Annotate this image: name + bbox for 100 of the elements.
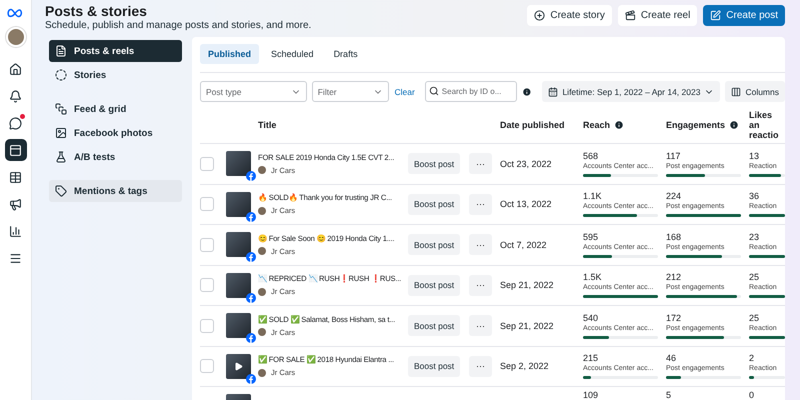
calendar-icon [548, 86, 558, 96]
facebook-badge-icon [246, 374, 256, 384]
column-header: Reach [583, 120, 610, 130]
metric-value: 46 [666, 353, 678, 364]
bell-icon [9, 90, 22, 102]
metric-value: 595 [583, 232, 600, 242]
metric-value: 568 [583, 150, 600, 161]
info-icon [522, 86, 532, 96]
date-cell: Oct 23, 2022 [500, 158, 552, 169]
chat-bubble-icon [9, 116, 22, 130]
more-button[interactable]: ··· [469, 274, 492, 296]
more-button[interactable]: ··· [469, 194, 492, 215]
metric-value: 13 [749, 150, 760, 161]
page-title: Posts & stories [45, 3, 148, 20]
facebook-badge-icon [246, 333, 256, 344]
home-icon [9, 62, 22, 76]
columns-button[interactable]: Columns [725, 81, 785, 102]
row-checkbox[interactable] [200, 359, 214, 374]
avatar [258, 288, 266, 296]
date-cell: Oct 13, 2022 [500, 199, 552, 210]
bar-chart-icon [9, 224, 22, 238]
info-icon [614, 120, 624, 130]
date-cell: Sep 21, 2022 [500, 280, 554, 290]
create-button[interactable]: Create story [527, 5, 612, 26]
metric-value: 540 [583, 312, 600, 323]
image-icon [55, 127, 67, 139]
metric-value: 172 [666, 312, 682, 323]
metric-value: 224 [666, 191, 682, 202]
tab[interactable]: Published [200, 44, 260, 64]
more-button[interactable]: ··· [469, 356, 492, 377]
post-type-dropdown[interactable]: Post type [200, 81, 307, 102]
date-cell: Sep 21, 2022 [500, 320, 554, 331]
avatar[interactable] [6, 27, 26, 47]
date-cell: Sep 2, 2022 [500, 361, 549, 372]
page-subtitle: Schedule, publish and manage posts and stories, and more. [45, 20, 312, 31]
row-checkbox[interactable] [200, 238, 214, 252]
tab[interactable]: Drafts [326, 44, 366, 64]
sidebar-item[interactable]: A/B tests [49, 146, 182, 168]
metric-value: 109 [583, 390, 600, 400]
metric-value: 168 [666, 232, 682, 242]
filter-dropdown[interactable]: Filter [312, 81, 390, 102]
metric-value: 212 [666, 272, 682, 282]
table-icon [9, 170, 22, 184]
row-checkbox[interactable] [200, 278, 214, 292]
document-icon [55, 45, 67, 57]
metric-value: 215 [583, 353, 600, 364]
search-field[interactable]: Search by ID o... [424, 81, 517, 102]
metric-value: 0 [749, 390, 756, 400]
avatar [258, 166, 266, 174]
create-button[interactable]: Create post [703, 5, 785, 26]
metric-value: 5 [666, 390, 672, 400]
column-header: Engagements [666, 120, 726, 130]
stacked-squares-icon [55, 103, 67, 115]
plus-circle-icon [534, 10, 546, 21]
boost-post-button[interactable]: Boost post [408, 153, 460, 174]
avatar [258, 247, 266, 256]
more-button[interactable]: ··· [469, 315, 492, 336]
boost-post-button[interactable]: Boost post [408, 234, 460, 256]
avatar [258, 368, 266, 377]
row-checkbox[interactable] [200, 197, 214, 212]
more-button[interactable]: ··· [469, 153, 492, 174]
menu-icon [9, 252, 22, 264]
column-header: Likes an reactio [749, 110, 780, 140]
facebook-badge-icon [246, 292, 256, 303]
row-checkbox[interactable] [200, 318, 214, 333]
clear-link[interactable]: Clear [394, 86, 415, 96]
sidebar-item[interactable]: Mentions & tags [49, 180, 182, 202]
play-icon [234, 362, 243, 371]
column-header: Title [258, 120, 276, 130]
boost-post-button[interactable]: Boost post [408, 194, 460, 215]
more-button[interactable]: ··· [469, 234, 492, 256]
boost-post-button[interactable]: Boost post [408, 315, 460, 336]
posts-icon [9, 144, 22, 156]
pen-square-icon [710, 10, 722, 21]
nav-button[interactable] [4, 139, 26, 161]
sidebar-item[interactable]: Facebook photos [49, 122, 182, 144]
avatar [258, 328, 266, 336]
avatar [258, 206, 266, 215]
notification-dot [20, 114, 24, 119]
create-button[interactable]: Create reel [618, 5, 698, 26]
sidebar-item[interactable]: Posts & reels [49, 40, 182, 62]
row-checkbox[interactable] [200, 156, 214, 171]
sidebar-item[interactable]: Stories [49, 64, 182, 86]
date-cell: Oct 7, 2022 [500, 240, 547, 250]
facebook-badge-icon [246, 212, 256, 222]
column-header: Date published [500, 120, 565, 130]
facebook-badge-icon [246, 252, 256, 262]
dashed-circle-icon [55, 69, 67, 81]
boost-post-button[interactable]: Boost post [408, 356, 460, 377]
megaphone-icon [9, 198, 22, 210]
metric-value: 25 [749, 312, 760, 323]
metric-value: 23 [749, 232, 760, 242]
sidebar-item[interactable]: Feed & grid [49, 98, 182, 120]
boost-post-button[interactable]: Boost post [408, 274, 460, 296]
date-range-dropdown[interactable]: Lifetime: Sep 1, 2022 – Apr 14, 2023 [542, 81, 720, 102]
flask-icon [55, 151, 67, 163]
tab[interactable]: Scheduled [263, 44, 322, 64]
metric-value: 2 [749, 353, 756, 364]
metric-value: 36 [749, 191, 760, 202]
metric-value: 1.1K [583, 191, 603, 202]
